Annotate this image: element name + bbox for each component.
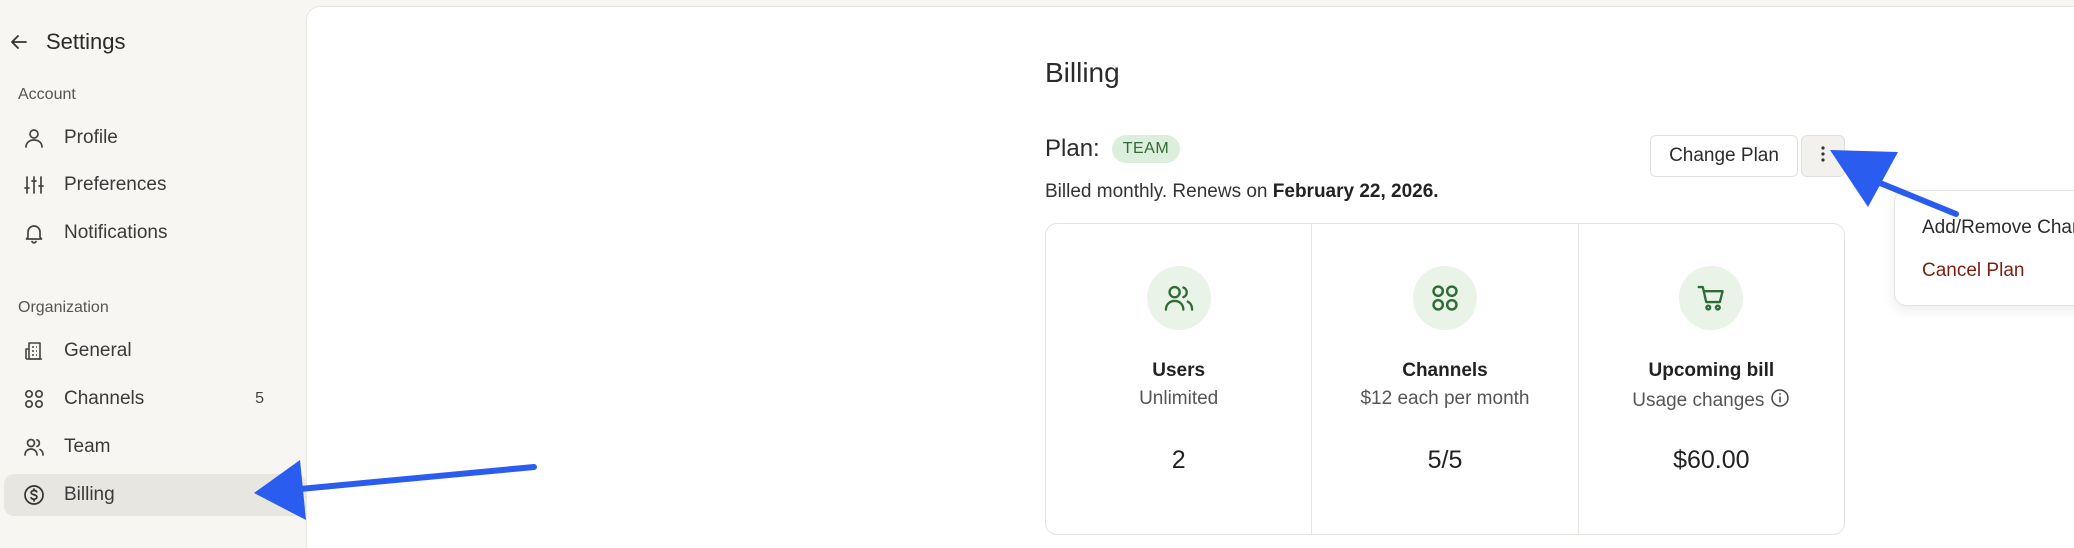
sidebar-item-label: General (64, 340, 132, 361)
sidebar-item-billing[interactable]: Billing (4, 474, 306, 516)
card-title: Channels (1402, 360, 1488, 381)
sidebar-item-notifications[interactable]: Notifications (4, 212, 306, 254)
card-title: Upcoming bill (1648, 360, 1775, 381)
grid-icon (22, 387, 46, 411)
card-title: Users (1152, 360, 1206, 381)
dollar-circle-icon (22, 483, 46, 507)
change-plan-button[interactable]: Change Plan (1650, 135, 1798, 177)
page-title: Billing (1045, 57, 1120, 88)
user-icon (22, 126, 46, 150)
more-options-menu: Add/Remove Channels Cancel Plan (1894, 190, 2074, 306)
card-value: 2 (1171, 446, 1186, 474)
plan-row: Plan: TEAM (1045, 135, 1181, 163)
cart-icon (1679, 266, 1744, 330)
sidebar-item-preferences[interactable]: Preferences (4, 164, 306, 206)
card-subtitle: Usage changes (1579, 388, 1844, 414)
sidebar-item-team[interactable]: Team (4, 426, 306, 468)
account-group-label: Account (18, 86, 76, 103)
billed-prefix: Billed monthly. Renews on (1045, 181, 1273, 202)
channels-card: Channels $12 each per month 5/5 (1312, 224, 1579, 534)
organization-group-label: Organization (18, 299, 109, 316)
users-icon (1146, 266, 1211, 330)
billing-renewal-text: Billed monthly. Renews on February 22, 2… (1045, 181, 1439, 203)
settings-sidebar: Settings Account Profile Preferences Not… (0, 0, 306, 548)
building-icon (22, 339, 46, 363)
sidebar-item-profile[interactable]: Profile (4, 117, 306, 159)
info-icon[interactable] (1770, 388, 1790, 414)
bell-icon (22, 221, 46, 245)
billing-summary-cards: Users Unlimited 2 Channels $12 each per … (1045, 223, 1845, 535)
card-subtitle: Unlimited (1139, 388, 1219, 409)
sliders-icon (22, 173, 46, 197)
more-options-button[interactable] (1801, 135, 1845, 177)
grid-icon (1412, 266, 1477, 330)
card-value: $60.00 (1673, 446, 1750, 474)
plan-badge: TEAM (1111, 135, 1181, 163)
users-icon (22, 435, 46, 459)
sidebar-item-general[interactable]: General (4, 330, 306, 372)
sidebar-title: Settings (46, 29, 126, 54)
sidebar-item-label: Notifications (64, 222, 168, 243)
renew-date: February 22, 2026. (1272, 181, 1439, 202)
sidebar-header: Settings (8, 26, 126, 58)
sidebar-item-label: Team (64, 436, 111, 457)
users-card: Users Unlimited 2 (1046, 224, 1313, 534)
sidebar-item-label: Preferences (64, 174, 167, 195)
back-arrow-icon[interactable] (8, 31, 30, 53)
menu-item-add-remove-channels[interactable]: Add/Remove Channels (1922, 217, 2074, 239)
sidebar-item-label: Channels (64, 388, 145, 409)
vertical-dots-icon (1820, 145, 1826, 168)
upcoming-bill-card: Upcoming bill Usage changes $60.00 (1579, 224, 1844, 534)
sidebar-item-label: Billing (64, 484, 115, 505)
channels-count-badge: 5 (255, 390, 264, 407)
menu-item-cancel-plan[interactable]: Cancel Plan (1922, 260, 2024, 282)
plan-label: Plan: (1045, 135, 1100, 162)
card-subtitle: $12 each per month (1360, 388, 1530, 409)
sidebar-item-label: Profile (64, 127, 118, 148)
sidebar-item-channels[interactable]: Channels 5 (4, 378, 306, 420)
card-value: 5/5 (1427, 446, 1463, 474)
main-panel: Billing Plan: TEAM Billed monthly. Renew… (306, 6, 2074, 548)
